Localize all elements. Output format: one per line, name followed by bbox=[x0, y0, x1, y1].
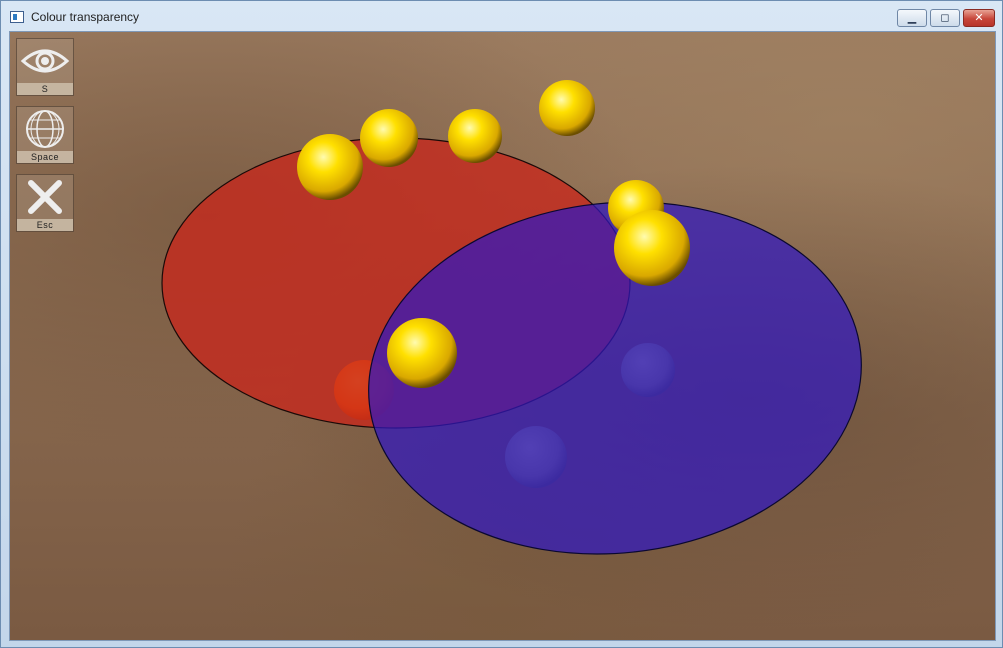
title-bar[interactable]: Colour transparency ▁ ◻ ✕ bbox=[1, 1, 1002, 31]
maximize-button[interactable]: ◻ bbox=[930, 9, 960, 27]
yellow-sphere bbox=[614, 210, 690, 286]
yellow-sphere bbox=[387, 318, 457, 388]
app-window: Colour transparency ▁ ◻ ✕ S Space Esc bbox=[0, 0, 1003, 648]
exit-button[interactable]: Esc bbox=[16, 174, 74, 232]
app-icon bbox=[10, 11, 24, 23]
yellow-sphere bbox=[448, 109, 502, 163]
toggle-wireframe-button[interactable]: Space bbox=[16, 106, 74, 164]
close-button[interactable]: ✕ bbox=[963, 9, 995, 27]
shortcut-label: Space bbox=[17, 151, 73, 163]
minimize-icon: ▁ bbox=[907, 12, 917, 24]
eye-icon bbox=[20, 49, 70, 73]
globe-wireframe-icon bbox=[26, 110, 64, 148]
scene-canvas bbox=[161, 80, 862, 555]
shortcut-label: S bbox=[17, 83, 73, 95]
yellow-sphere bbox=[539, 80, 595, 136]
yellow-sphere bbox=[297, 134, 363, 200]
close-x-icon bbox=[28, 180, 62, 214]
shortcut-label: Esc bbox=[17, 219, 73, 231]
maximize-icon: ◻ bbox=[940, 12, 950, 24]
window-title: Colour transparency bbox=[31, 10, 140, 24]
minimize-button[interactable]: ▁ bbox=[897, 9, 927, 27]
3d-viewport[interactable]: S Space Esc bbox=[9, 31, 996, 641]
toggle-view-button[interactable]: S bbox=[16, 38, 74, 96]
yellow-sphere bbox=[360, 109, 418, 167]
close-icon: ✕ bbox=[974, 12, 984, 24]
